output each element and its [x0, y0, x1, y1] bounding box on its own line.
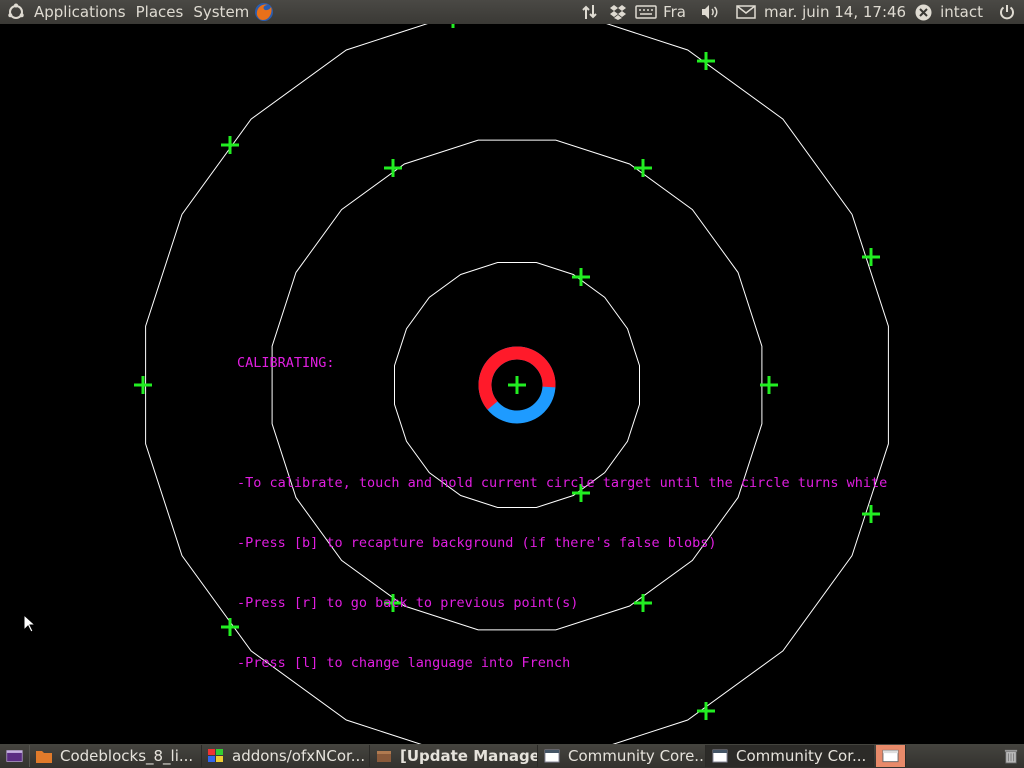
user-status-icon[interactable] — [915, 0, 932, 24]
window-icon — [544, 749, 560, 763]
taskbar-item-label: Community Core... — [568, 747, 706, 765]
window-icon — [208, 749, 223, 762]
instruction-line: -Press [b] to recapture background (if t… — [237, 535, 717, 551]
mouse-pointer-icon — [23, 614, 37, 633]
show-desktop-button[interactable] — [0, 745, 30, 767]
taskbar-item-label: Community Cor... — [736, 747, 867, 765]
calibration-target-cross[interactable] — [862, 248, 880, 266]
applications-menu[interactable]: Applications — [34, 0, 126, 24]
instruction-line: -Press [l] to change language into Frenc… — [237, 655, 571, 671]
taskbar-item-addons[interactable]: addons/ofxNCor... — [202, 745, 370, 767]
calibration-target-cross[interactable] — [134, 376, 152, 394]
taskbar-item-community-core-1[interactable]: Community Core... — [538, 745, 706, 767]
user-name[interactable]: intact — [940, 0, 983, 24]
taskbar-item-label: [Update Manager] — [400, 747, 538, 765]
firefox-icon[interactable] — [253, 0, 275, 24]
keyboard-layout-indicator[interactable]: Fra — [663, 0, 686, 24]
system-menu[interactable]: System — [193, 0, 249, 24]
package-icon — [377, 751, 391, 762]
clock[interactable]: mar. juin 14, 17:46 — [764, 0, 906, 24]
calibration-target-cross[interactable] — [572, 268, 590, 286]
calibration-target-cross[interactable] — [384, 159, 402, 177]
taskbar-item-label: addons/ofxNCor... — [232, 747, 366, 765]
workspace-switcher[interactable] — [876, 745, 906, 767]
bottom-panel: Codeblocks_8_li... addons/ofxNCor... [Up… — [0, 744, 1024, 768]
calibration-target-cross[interactable] — [634, 159, 652, 177]
taskbar-item-codeblocks[interactable]: Codeblocks_8_li... — [30, 745, 202, 767]
ubuntu-logo-icon[interactable] — [7, 0, 27, 24]
instruction-line: -Press [r] to go back to previous point(… — [237, 595, 579, 611]
calibration-target-cross[interactable] — [697, 702, 715, 720]
calibration-instructions: CALIBRATING: -To calibrate, touch and ho… — [237, 313, 887, 693]
keyboard-icon[interactable] — [635, 0, 657, 24]
instruction-line: -To calibrate, touch and hold current ci… — [237, 475, 888, 491]
window-icon — [712, 749, 728, 763]
folder-icon — [36, 751, 52, 763]
top-panel: Applications Places System Fra mar. juin… — [0, 0, 1024, 24]
calibration-target-cross[interactable] — [444, 24, 462, 28]
places-menu[interactable]: Places — [136, 0, 184, 24]
power-icon[interactable] — [999, 0, 1015, 24]
taskbar-item-community-core-2[interactable]: Community Cor... — [706, 745, 874, 767]
network-icon[interactable] — [579, 0, 601, 24]
calibration-title: CALIBRATING: — [237, 355, 335, 371]
taskbar-item-label: Codeblocks_8_li... — [60, 747, 194, 765]
trash-icon[interactable] — [998, 745, 1024, 767]
dropbox-icon[interactable] — [607, 0, 629, 24]
volume-icon[interactable] — [700, 0, 720, 24]
taskbar-item-update-manager[interactable]: [Update Manager] — [370, 745, 538, 767]
mail-icon[interactable] — [736, 0, 756, 24]
